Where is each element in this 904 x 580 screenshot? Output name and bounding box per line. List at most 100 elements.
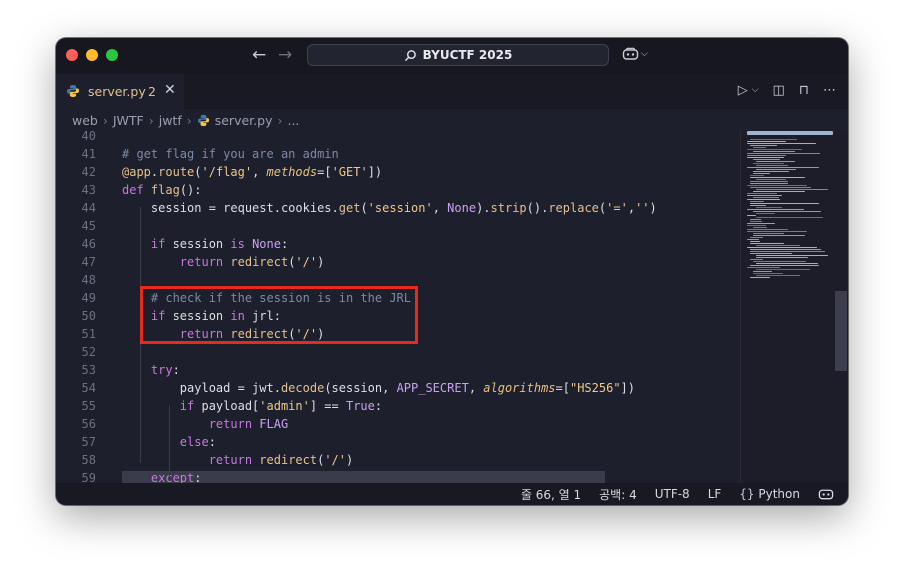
- minimap-scrollbar[interactable]: [835, 291, 847, 371]
- language-mode[interactable]: {} Python: [739, 487, 800, 501]
- run-icon[interactable]: ▷: [738, 83, 748, 98]
- minimap-line: [756, 207, 782, 208]
- line-number: 48: [81, 273, 96, 287]
- code-line: if session is None:: [150, 237, 289, 251]
- tab-server-py[interactable]: server.py 2 ✕: [56, 74, 184, 109]
- copilot-menu[interactable]: ⌵: [622, 47, 648, 61]
- forward-arrow-icon[interactable]: →: [278, 45, 292, 65]
- minimap-line: [756, 189, 828, 190]
- minimap-line: [753, 211, 821, 212]
- line-number: 57: [81, 435, 96, 449]
- language-label: Python: [758, 487, 800, 501]
- minimap[interactable]: [740, 131, 848, 483]
- minimap-line: [750, 203, 819, 204]
- minimap-line: [747, 267, 780, 268]
- minimap-line: [753, 163, 784, 164]
- line-number: 53: [81, 363, 96, 377]
- title-bar: ← → BYUCTF 2025 ⌵: [56, 38, 848, 74]
- back-arrow-icon[interactable]: ←: [252, 45, 266, 65]
- minimap-line: [747, 149, 802, 150]
- minimap-line: [750, 249, 821, 250]
- minimap-line: [750, 183, 788, 184]
- minimap-line: [750, 265, 819, 266]
- minimap-viewport: [747, 131, 833, 135]
- line-number: 43: [81, 183, 96, 197]
- minimap-line: [753, 273, 783, 274]
- encoding[interactable]: UTF-8: [655, 487, 690, 501]
- line-number: 59: [81, 471, 96, 483]
- line-number: 51: [81, 327, 96, 341]
- more-actions-icon[interactable]: ⋯: [823, 83, 836, 98]
- code-line: except:: [150, 471, 202, 483]
- code-line: return FLAG: [208, 417, 289, 431]
- editor-actions: ▷ ⌵ ◫ ⊓ ⋯: [738, 83, 836, 98]
- minimap-line: [750, 251, 825, 252]
- minimap-line: [756, 275, 800, 276]
- copilot-icon: [622, 47, 639, 60]
- minimap-line: [747, 209, 804, 210]
- minimap-line: [753, 235, 805, 236]
- breadcrumb-item[interactable]: jwtf: [159, 113, 182, 128]
- minimap-line: [750, 237, 763, 238]
- line-number: 56: [81, 417, 96, 431]
- minimap-line: [756, 255, 828, 256]
- command-center-search[interactable]: BYUCTF 2025: [307, 44, 609, 66]
- breadcrumb-item[interactable]: JWTF: [113, 113, 144, 128]
- minimap-line: [747, 239, 759, 240]
- minimap-line: [747, 229, 788, 230]
- run-menu-chevron-icon[interactable]: ⌵: [752, 83, 759, 98]
- end-of-line[interactable]: LF: [708, 487, 722, 501]
- indentation[interactable]: 공백: 4: [599, 486, 637, 503]
- breadcrumb: web › JWTF › jwtf › server.py › ...: [56, 109, 848, 131]
- minimap-line: [753, 227, 767, 228]
- maximize-window-button[interactable]: [106, 49, 118, 61]
- minimap-line: [753, 191, 805, 192]
- chevron-right-icon: ›: [277, 112, 283, 128]
- line-number: 54: [81, 381, 96, 395]
- python-file-icon: [67, 85, 79, 97]
- close-tab-icon[interactable]: ✕: [164, 82, 176, 98]
- chevron-right-icon: ›: [148, 112, 154, 128]
- minimize-window-button[interactable]: [86, 49, 98, 61]
- chevron-right-icon: ›: [186, 112, 192, 128]
- code-line: session = request.cookies.get('session',…: [122, 201, 657, 215]
- breadcrumb-item[interactable]: web: [72, 113, 98, 128]
- cursor-position[interactable]: 줄 66, 열 1: [521, 486, 581, 503]
- indent-guide: [169, 405, 170, 477]
- minimap-line: [756, 269, 810, 270]
- code-editor[interactable]: 40 41 42 43 44 45 46 47 48 49 50 51 52 53 54 55 56 57 58 59…: [56, 131, 740, 483]
- chevron-down-icon: ⌵: [641, 49, 648, 59]
- minimap-line: [756, 179, 786, 180]
- tab-bar: server.py 2 ✕ ▷ ⌵ ◫ ⊓ ⋯: [56, 74, 848, 109]
- line-number: 50: [81, 309, 96, 323]
- minimap-line: [747, 143, 816, 144]
- close-window-button[interactable]: [66, 49, 78, 61]
- minimap-line: [756, 257, 808, 258]
- minimap-line: [747, 167, 819, 168]
- braces-icon: {}: [739, 487, 755, 501]
- line-number: 44: [81, 201, 96, 215]
- line-number: 52: [81, 345, 96, 359]
- line-number: 46: [81, 237, 96, 251]
- split-editor-icon[interactable]: ◫: [773, 83, 785, 98]
- vscode-window: ← → BYUCTF 2025 ⌵ server.py 2 ✕ ▷ ⌵ ◫ ⊓ …: [56, 38, 848, 505]
- minimap-line: [747, 223, 775, 224]
- copilot-status-icon[interactable]: [818, 487, 834, 501]
- code-line: if payload['admin'] == True:: [179, 399, 383, 413]
- minimap-line: [747, 155, 786, 156]
- minimap-line: [756, 213, 775, 214]
- minimap-line: [750, 241, 760, 242]
- minimap-line: [753, 147, 766, 148]
- code-line: def flag():: [122, 183, 202, 197]
- minimap-line: [750, 219, 761, 220]
- line-number: 40: [81, 131, 96, 143]
- minimap-line: [750, 181, 788, 182]
- breadcrumb-item[interactable]: server.py: [215, 113, 273, 128]
- minimap-line: [750, 175, 764, 176]
- code-line: return redirect('/'): [179, 255, 325, 269]
- minimap-line: [750, 177, 805, 178]
- line-number: 42: [81, 165, 96, 179]
- breadcrumb-item[interactable]: ...: [287, 113, 299, 128]
- minimap-line: [747, 231, 807, 232]
- lock-icon[interactable]: ⊓: [799, 83, 809, 98]
